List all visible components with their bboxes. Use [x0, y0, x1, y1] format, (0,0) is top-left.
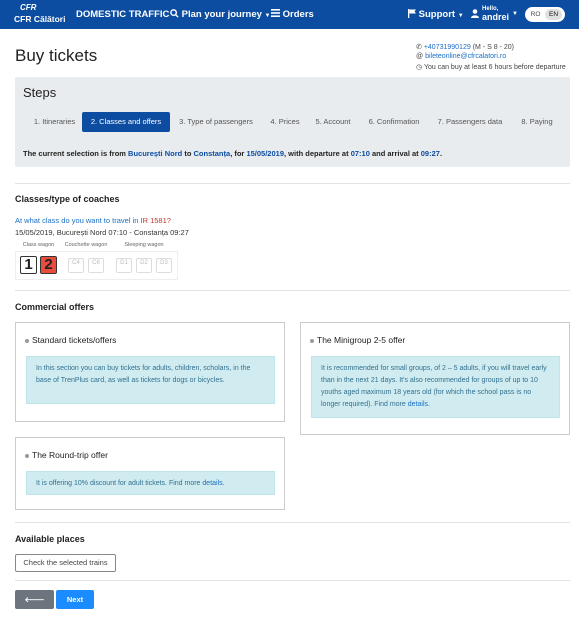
nav-user-menu[interactable] [471, 0, 479, 29]
contact-notice: ◷ You can buy at least 6 hours before de… [416, 63, 566, 71]
minigroup-offer-card[interactable]: The Minigroup 2-5 offer It is recommende… [300, 322, 570, 435]
phone-icon: ✆ [416, 44, 422, 51]
at-icon: @ [416, 53, 424, 60]
sel-arrival: 09:27 [420, 149, 440, 158]
nav-domestic-traffic[interactable]: DOMESTIC TRAFFIC [76, 0, 169, 29]
tab-sleeping-wagon[interactable]: Sleeping wagon [110, 242, 178, 250]
step-passengers-data[interactable]: 7. Passengers data [434, 112, 506, 132]
flag-icon [408, 9, 416, 18]
sleeping-d2-button[interactable]: D2 [136, 258, 152, 273]
sleeping-d1-button[interactable]: D1 [116, 258, 132, 273]
roundtrip-details-link[interactable]: details. [202, 480, 224, 487]
standard-offer-card[interactable]: Standard tickets/offers In this section … [15, 322, 285, 422]
caret-down-icon: ▼ [512, 11, 518, 17]
sel-to: Constanța [193, 149, 231, 158]
back-button[interactable]: 🡐 Back [15, 590, 54, 623]
sel-from: București Nord [128, 149, 183, 158]
divider [15, 290, 570, 291]
sel-date: 15/05/2019 [246, 149, 284, 158]
class-question: At what class do you want to travel in I… [15, 216, 171, 225]
tab-class-wagon[interactable]: Class wagon [15, 242, 62, 250]
logo-text: CFR Călători [14, 14, 66, 24]
sleeping-d3-button[interactable]: D3 [156, 258, 172, 273]
nav-orders[interactable]: Orders [271, 0, 314, 29]
caret-down-icon: ▼ [264, 13, 271, 19]
cfr-logo[interactable]: CFR CFR Călători [14, 3, 66, 26]
lang-ro[interactable]: RO [527, 9, 544, 20]
clock-icon: ◷ [416, 64, 423, 71]
step-prices[interactable]: 4. Prices [264, 112, 306, 132]
contact-phone: ✆ +40731990129 (M - S 8 - 20) [416, 43, 514, 51]
top-navbar: CFR CFR Călători DOMESTIC TRAFFIC Plan y… [0, 0, 579, 29]
sel-departure: 07:10 [350, 149, 370, 158]
radio-icon [25, 338, 29, 343]
contact-email: @ bileteonline@cfrcalatori.ro [416, 53, 506, 60]
nav-orders-label: Orders [282, 9, 314, 20]
radio-icon [25, 453, 29, 458]
list-icon [271, 9, 280, 17]
divider [15, 580, 570, 581]
classes-heading: Classes/type of coaches [15, 194, 120, 204]
minigroup-offer-title: The Minigroup 2-5 offer [310, 335, 405, 345]
user-icon [471, 9, 479, 18]
step-paying[interactable]: 8. Paying [516, 112, 558, 132]
nav-support-label: Support [418, 9, 456, 20]
steps-title: Steps [23, 85, 57, 100]
roundtrip-offer-info: It is offering 10% discount for adult ti… [26, 471, 275, 495]
arrow-left-icon: 🡐 [24, 595, 45, 604]
roundtrip-offer-title: The Round-trip offer [25, 450, 108, 460]
logo-mark: CFR [20, 3, 37, 12]
phone-link[interactable]: +40731990129 [424, 44, 471, 51]
nav-plan-label: Plan your journey [181, 9, 262, 20]
user-name[interactable]: andrei [482, 12, 509, 22]
step-confirmation[interactable]: 6. Confirmation [363, 112, 425, 132]
tab-couchette-wagon[interactable]: Couchette wagon [62, 242, 110, 250]
divider [15, 183, 570, 184]
route-info: 15/05/2019, București Nord 07:10 - Const… [15, 228, 189, 237]
caret-down-icon: ▼ [457, 13, 464, 19]
buy-notice: You can buy at least 6 hours before depa… [423, 64, 566, 71]
nav-support[interactable]: Support ▼ [408, 0, 464, 29]
phone-hours: (M - S 8 - 20) [472, 44, 514, 51]
standard-offer-info: In this section you can buy tickets for … [26, 356, 275, 404]
couchette-c6-button[interactable]: C6 [88, 258, 104, 273]
class-2-button[interactable]: 2 [40, 256, 57, 274]
check-trains-button[interactable]: Check the selected trains [15, 554, 116, 572]
page-title: Buy tickets [15, 46, 98, 65]
offers-heading: Commercial offers [15, 302, 95, 312]
nav-plan-journey[interactable]: Plan your journey ▼ [170, 0, 270, 29]
step-itineraries[interactable]: 1. Itineraries [23, 112, 86, 132]
couchette-c4-button[interactable]: C4 [68, 258, 84, 273]
roundtrip-offer-card[interactable]: The Round-trip offer It is offering 10% … [15, 437, 285, 510]
arrow-right-icon: 🡒 [64, 614, 86, 623]
minigroup-details-link[interactable]: details. [408, 401, 430, 408]
email-link[interactable]: bileteonline@cfrcalatori.ro [425, 53, 506, 60]
step-account[interactable]: 5. Account [309, 112, 357, 132]
current-selection: The current selection is from București … [23, 149, 443, 158]
radio-icon [310, 338, 314, 343]
standard-offer-title: Standard tickets/offers [25, 335, 116, 345]
class-1-button[interactable]: 1 [20, 256, 37, 274]
step-passenger-type[interactable]: 3. Type of passengers [172, 112, 260, 132]
lang-en[interactable]: EN [545, 9, 562, 20]
language-toggle[interactable]: RO EN [525, 7, 565, 22]
steps-panel: Steps 1. Itineraries 2. Classes and offe… [15, 77, 570, 167]
train-number: IR 1581? [140, 216, 171, 225]
divider [15, 522, 570, 523]
step-classes-offers[interactable]: 2. Classes and offers [82, 112, 170, 132]
search-icon [170, 9, 179, 18]
places-heading: Available places [15, 534, 85, 544]
next-button[interactable]: Next 🡒 [56, 590, 94, 623]
minigroup-offer-info: It is recommended for small groups, of 2… [311, 356, 560, 418]
